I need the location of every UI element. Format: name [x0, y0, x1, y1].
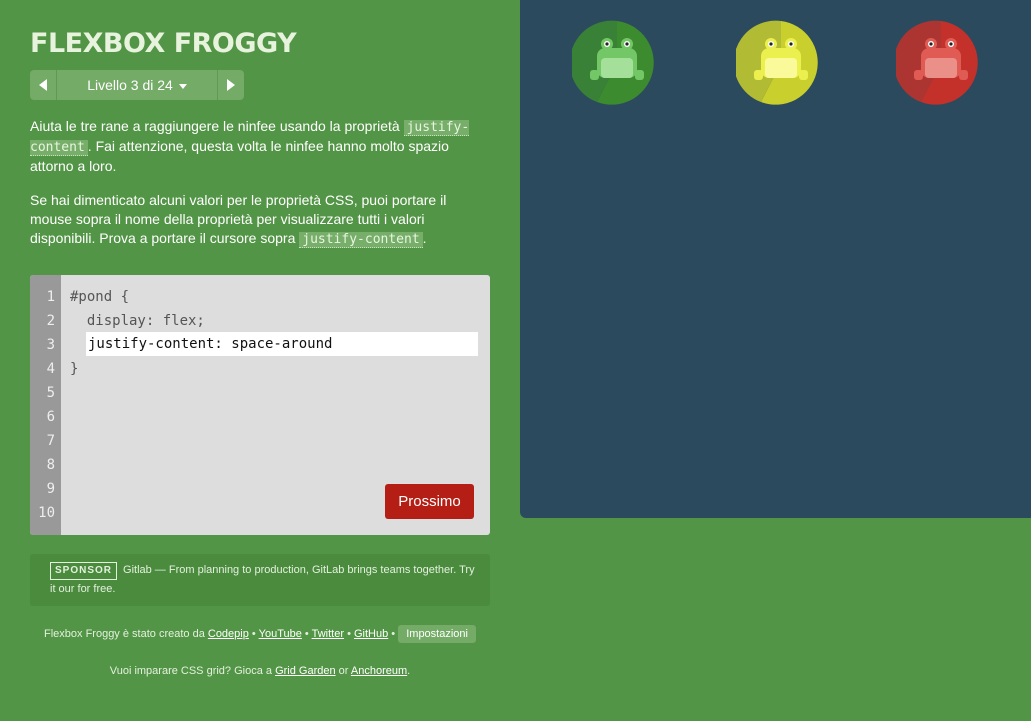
line-number: 8 — [46, 457, 55, 473]
instructions-paragraph-2: Se hai dimenticato alcuni valori per le … — [30, 191, 490, 249]
red-frog-on-lilypad — [893, 18, 986, 108]
green-frog-on-lilypad — [569, 18, 662, 108]
instructions-text: . Fai attenzione, questa volta le ninfee… — [30, 138, 449, 174]
anchoreum-link[interactable]: Anchoreum — [351, 665, 407, 677]
level-label: Livello 3 di 24 — [87, 77, 173, 93]
instructions-text: . — [422, 230, 427, 246]
instructions-text: Aiuta le tre rane a raggiungere le ninfe… — [30, 118, 404, 134]
code-line-closing-brace: } — [70, 361, 79, 377]
css-code-input[interactable] — [86, 332, 478, 356]
codepip-link[interactable]: Codepip — [208, 628, 249, 640]
separator: • — [248, 628, 259, 640]
separator: • — [388, 628, 399, 640]
credits-prefix: Flexbox Froggy è stato creato da — [44, 628, 208, 640]
line-number: 1 — [46, 289, 55, 305]
next-level-button[interactable] — [217, 70, 244, 100]
pond-board — [520, 0, 1031, 518]
chevron-right-icon — [227, 79, 235, 91]
property-hint-justify-content[interactable]: justify-content — [299, 232, 423, 248]
line-number: 4 — [46, 361, 55, 377]
app-title: FLEXBOX FROGGY — [30, 28, 297, 59]
sponsor-content: SPONSOR Gitlab — From planning to product… — [50, 561, 480, 598]
grid-garden-link[interactable]: Grid Garden — [275, 665, 336, 677]
github-link[interactable]: GitHub — [354, 628, 388, 640]
learn-more: Vuoi imparare CSS grid? Gioca a Grid Gar… — [30, 665, 490, 677]
chevron-down-icon — [178, 83, 187, 89]
code-line-selector: #pond { — [70, 289, 130, 305]
yellow-frog-on-lilypad — [733, 18, 826, 108]
line-number: 6 — [46, 409, 55, 425]
line-number: 3 — [46, 337, 55, 353]
settings-button[interactable]: Impostazioni — [398, 625, 476, 643]
credits: Flexbox Froggy è stato creato da Codepip… — [30, 625, 490, 643]
red-frog-icon — [893, 20, 978, 105]
green-frog-icon — [569, 20, 654, 105]
line-number: 10 — [38, 505, 55, 521]
sponsor-banner[interactable]: SPONSOR Gitlab — From planning to product… — [30, 554, 490, 606]
line-number: 7 — [46, 433, 55, 449]
sponsor-badge: SPONSOR — [50, 562, 118, 580]
learn-prefix: Vuoi imparare CSS grid? Gioca a — [109, 665, 276, 677]
yellow-frog-icon — [733, 20, 818, 105]
level-dropdown[interactable]: Livello 3 di 24 — [57, 70, 217, 100]
line-number: 9 — [46, 481, 55, 497]
line-number-gutter: 1 2 3 4 5 6 7 8 9 10 — [30, 275, 61, 535]
previous-level-button[interactable] — [30, 70, 57, 100]
line-number: 2 — [46, 313, 55, 329]
next-button[interactable]: Prossimo — [385, 484, 474, 519]
css-editor: 1 2 3 4 5 6 7 8 9 10 #pond { display: fl… — [30, 275, 490, 535]
learn-suffix: . — [407, 665, 411, 677]
twitter-link[interactable]: Twitter — [312, 628, 344, 640]
chevron-left-icon — [39, 79, 47, 91]
separator: • — [344, 628, 354, 640]
learn-or: or — [335, 665, 351, 677]
youtube-link[interactable]: YouTube — [259, 628, 302, 640]
level-navigator: Livello 3 di 24 — [30, 70, 244, 100]
code-line-display: display: flex; — [70, 313, 205, 329]
separator: • — [301, 628, 312, 640]
instructions: Aiuta le tre rane a raggiungere le ninfe… — [30, 117, 490, 264]
line-number: 5 — [46, 385, 55, 401]
instructions-paragraph-1: Aiuta le tre rane a raggiungere le ninfe… — [30, 117, 490, 176]
